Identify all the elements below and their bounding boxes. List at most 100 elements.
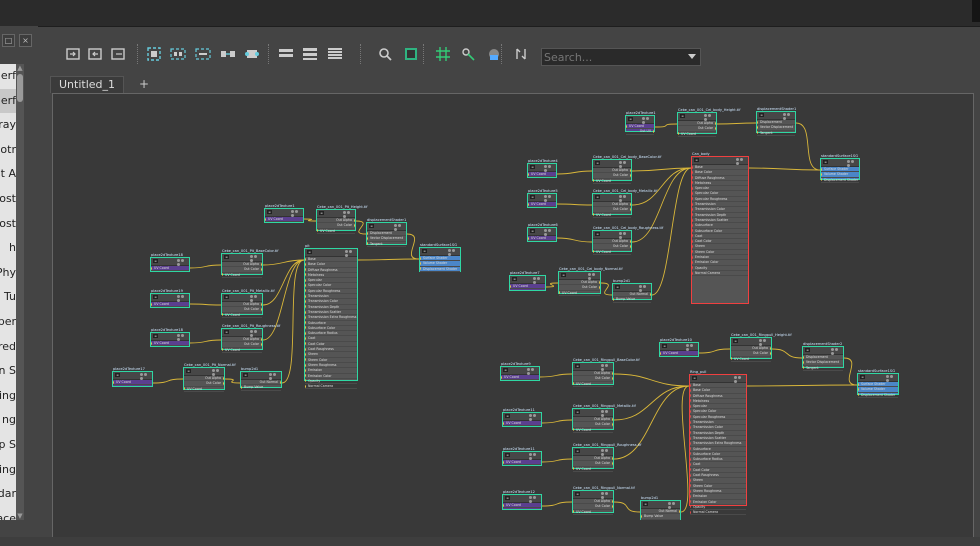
node-view-toggle-icon[interactable] <box>735 158 746 166</box>
input-port-icon[interactable] <box>305 358 306 362</box>
node-view-toggle-icon[interactable] <box>290 210 301 218</box>
node-attribute[interactable]: UV Coord <box>593 250 631 255</box>
node-connection[interactable] <box>600 282 613 296</box>
graph-node[interactable]: bump2d1 ≡ Out Normal Bump Value <box>612 279 652 303</box>
graph-node[interactable]: Ceke_can_001_Cei_body_Roughness.tif ≡ Out … <box>592 226 663 255</box>
graph-node[interactable]: Ceke_can_001_Cei_body_BaseColor.tif ≡ Out … <box>592 155 661 184</box>
input-port-icon[interactable] <box>858 382 859 386</box>
input-port-icon[interactable] <box>305 342 306 346</box>
input-port-icon[interactable] <box>305 374 306 378</box>
output-port-icon[interactable] <box>612 456 613 460</box>
input-port-icon[interactable] <box>690 478 691 482</box>
node-view-toggle-icon[interactable] <box>543 229 554 237</box>
graph-node[interactable]: Ceke_can_001_Pit_Metallic.tif ≡ Out Alpha O… <box>221 289 275 318</box>
node-view-toggle-icon[interactable] <box>618 232 629 240</box>
node-attribute[interactable]: UV Coord <box>503 503 541 509</box>
input-port-icon[interactable] <box>573 428 574 432</box>
node-attribute[interactable]: Bump Value <box>641 514 680 520</box>
node-connection[interactable] <box>189 303 222 306</box>
node-connection[interactable] <box>556 203 593 206</box>
input-port-icon[interactable] <box>690 394 691 398</box>
input-port-icon[interactable] <box>573 467 574 471</box>
node-connection[interactable] <box>224 378 241 384</box>
input-port-icon[interactable] <box>692 271 693 275</box>
graph-node[interactable]: Ceke_can_001_Ringpull_Metallic.tif ≡ Out A… <box>572 404 636 433</box>
node-connection[interactable] <box>556 170 593 175</box>
node-connection[interactable] <box>746 384 858 387</box>
node-header[interactable]: ≡ <box>151 294 189 303</box>
node-attribute[interactable]: Tangent <box>803 366 843 371</box>
outliner-item[interactable]: ost <box>0 212 16 237</box>
node-view-toggle-icon[interactable] <box>249 330 260 338</box>
node-connection[interactable] <box>771 348 803 359</box>
input-port-icon[interactable] <box>692 229 693 233</box>
input-port-icon[interactable] <box>690 510 691 514</box>
rearrange-graph-icon[interactable] <box>220 46 236 62</box>
node-connection[interactable] <box>152 378 184 384</box>
input-port-icon[interactable] <box>367 231 368 235</box>
output-port-icon[interactable] <box>223 381 224 385</box>
output-port-icon[interactable] <box>599 280 600 284</box>
input-port-icon[interactable] <box>690 420 691 424</box>
node-attribute[interactable]: UV Coord <box>573 467 613 472</box>
outliner-item[interactable]: ost A <box>0 162 16 187</box>
node-header[interactable]: ≡ <box>503 452 541 461</box>
input-port-icon[interactable] <box>690 494 691 498</box>
input-port-icon[interactable] <box>690 399 691 403</box>
node-attribute[interactable]: UV Coord <box>731 357 771 362</box>
input-port-icon[interactable] <box>222 348 223 352</box>
node-connection[interactable] <box>613 385 690 421</box>
input-port-icon[interactable] <box>305 257 306 261</box>
node-attribute[interactable]: UV Coord <box>184 387 224 392</box>
node-header[interactable]: ≡ <box>641 501 680 510</box>
input-port-icon[interactable] <box>690 500 691 504</box>
input-port-icon[interactable] <box>305 337 306 341</box>
input-port-icon[interactable] <box>305 368 306 372</box>
toggle-swatch-icon[interactable] <box>403 46 419 62</box>
input-port-icon[interactable] <box>692 245 693 249</box>
node-header[interactable]: ≡ <box>420 248 460 257</box>
input-port-icon[interactable] <box>305 268 306 272</box>
left-list-scrollbar[interactable]: ▲ ▼ <box>16 64 24 520</box>
node-header[interactable]: ≡ <box>501 367 539 376</box>
graph-node[interactable]: place2dTexture17 ≡ UV Coord <box>112 367 153 387</box>
graph-node[interactable]: Ceke_can_001_Pit_Height.tif ≡ Out Alpha Out… <box>316 205 368 234</box>
node-connection[interactable] <box>716 122 757 125</box>
node-header[interactable]: ≡ <box>503 413 541 422</box>
output-port-icon[interactable] <box>653 129 654 133</box>
input-port-icon[interactable] <box>690 404 691 408</box>
node-connection[interactable] <box>680 385 690 513</box>
input-port-icon[interactable] <box>305 310 306 314</box>
outliner-item[interactable]: ng <box>0 408 16 433</box>
full-layout-icon[interactable] <box>327 46 343 62</box>
node-attribute[interactable]: UV Coord <box>593 213 631 218</box>
graph-node[interactable]: place2dTexture1 ≡ UV Coord Out UV <box>625 111 656 135</box>
node-attribute[interactable]: Displacement Shader <box>420 267 460 272</box>
close-panel-button[interactable]: × <box>19 34 32 47</box>
output-port-icon[interactable] <box>770 346 771 350</box>
outliner-item[interactable]: Phy <box>0 261 16 286</box>
output-port-icon[interactable] <box>612 417 613 421</box>
search-input[interactable] <box>544 49 684 65</box>
node-connection[interactable] <box>355 220 367 235</box>
node-view-toggle-icon[interactable] <box>532 277 543 285</box>
input-port-icon[interactable] <box>803 360 804 364</box>
node-header[interactable]: ≡ <box>626 116 654 125</box>
frame-all-icon[interactable] <box>146 46 162 62</box>
outliner-item[interactable]: ost <box>0 187 16 212</box>
simple-layout-icon[interactable] <box>278 46 294 62</box>
frame-selection-icon[interactable] <box>170 46 186 62</box>
outliner-item[interactable]: ing <box>0 384 16 409</box>
node-view-toggle-icon[interactable] <box>638 285 649 293</box>
input-port-icon[interactable] <box>690 452 691 456</box>
node-connection[interactable] <box>262 259 305 341</box>
graph-node[interactable]: place2dTexture18 ≡ UV Coord <box>150 328 190 347</box>
node-view-toggle-icon[interactable] <box>342 211 353 219</box>
input-port-icon[interactable] <box>305 273 306 277</box>
node-connection[interactable] <box>189 264 222 269</box>
input-port-icon[interactable] <box>305 379 306 383</box>
input-port-icon[interactable] <box>678 132 679 136</box>
output-port-icon[interactable] <box>612 504 613 508</box>
scroll-thumb[interactable] <box>17 74 23 102</box>
input-port-icon[interactable] <box>305 294 306 298</box>
